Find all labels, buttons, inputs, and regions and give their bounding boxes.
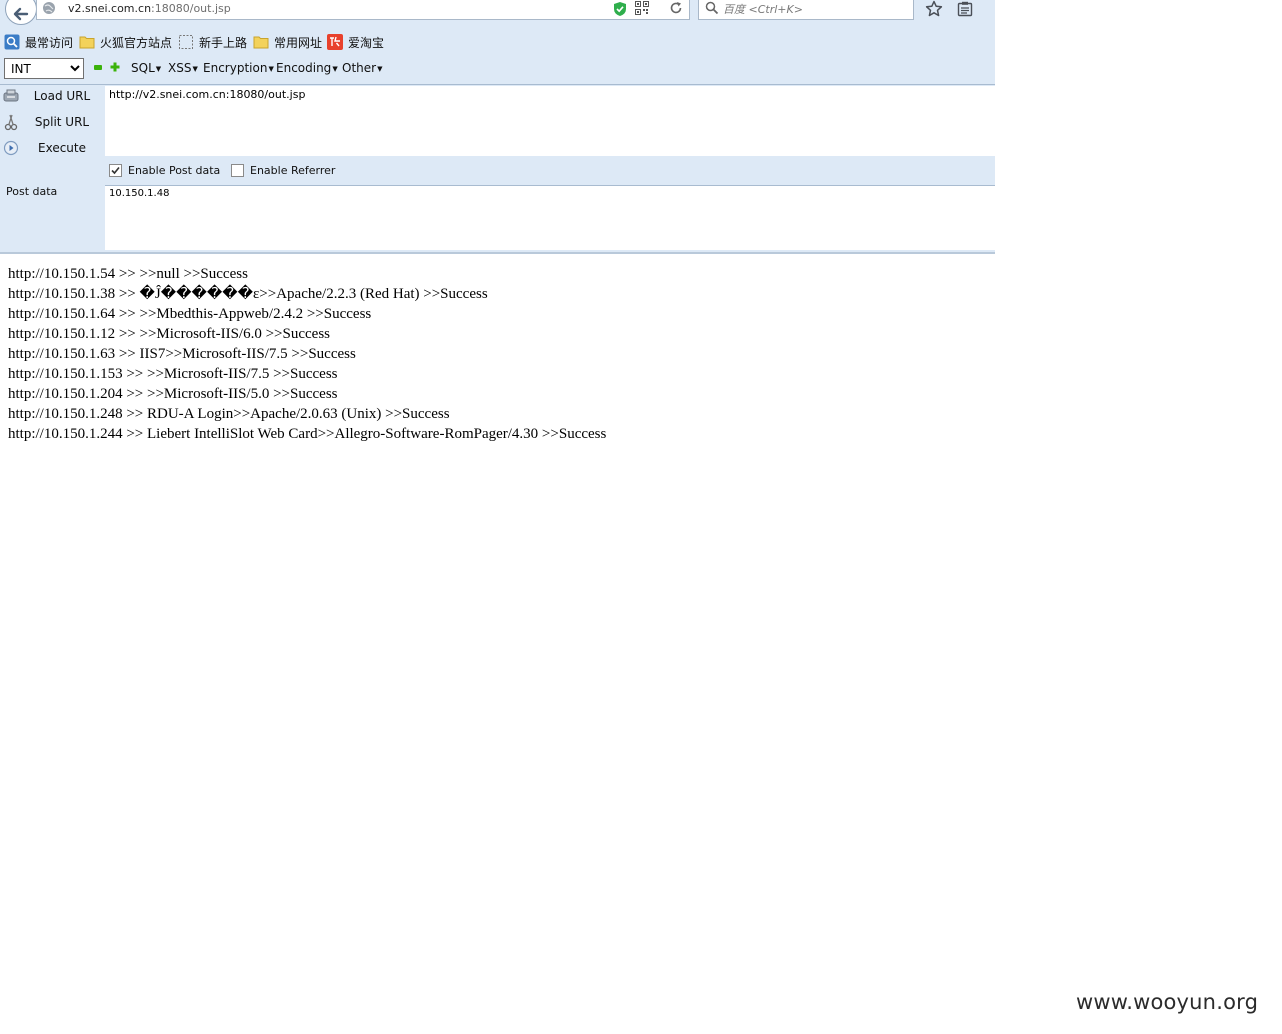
result-line: http://10.150.1.63 >> IIS7>>Microsoft-II… xyxy=(8,346,356,362)
dropdown-arrow-icon: ▼ xyxy=(155,65,162,73)
result-line: http://10.150.1.64 >> >>Mbedthis-Appweb/… xyxy=(8,306,372,322)
split-url-label: Split URL xyxy=(34,115,90,129)
bookmark-taobao[interactable]: 爱淘宝 xyxy=(327,33,384,51)
post-data-textarea[interactable]: 10.150.1.48 xyxy=(105,186,995,250)
result-line: http://10.150.1.54 >> >>null >>Success xyxy=(8,266,248,282)
checkbox-box[interactable] xyxy=(231,164,244,177)
sql-menu[interactable]: SQL▼ xyxy=(131,61,161,75)
result-line: http://10.150.1.204 >> >>Microsoft-IIS/5… xyxy=(8,386,338,402)
type-select[interactable]: INT xyxy=(4,58,84,79)
minus-icon[interactable] xyxy=(94,65,102,70)
bookmark-label: 新手上路 xyxy=(199,35,248,50)
load-url-button[interactable]: Load URL xyxy=(2,85,100,107)
taobao-icon xyxy=(327,34,343,50)
dashed-square-icon xyxy=(179,35,193,49)
enable-post-label: Enable Post data xyxy=(128,164,221,177)
result-line: http://10.150.1.38 >> �Ĵ������ε>>Apache/… xyxy=(8,286,488,302)
bookmark-common-sites[interactable]: 常用网址 xyxy=(253,33,322,51)
menu-label: Encoding xyxy=(276,61,332,75)
folder-icon xyxy=(253,36,269,49)
dropdown-arrow-icon: ▼ xyxy=(377,65,383,73)
menu-label: Other xyxy=(342,61,377,75)
address-text[interactable]: v2.snei.com.cn:18080/out.jsp xyxy=(68,2,231,15)
hackbar-toolbar: INT SQL▼ XSS▼ Encryption▼ Encoding▼ Othe… xyxy=(0,57,995,81)
xss-menu[interactable]: XSS▼ xyxy=(168,61,198,75)
bookmark-label: 爱淘宝 xyxy=(348,35,385,50)
search-input[interactable] xyxy=(723,1,909,17)
back-arrow-icon xyxy=(13,7,29,21)
url-host: v2.snei.com.cn xyxy=(68,2,152,15)
options-row: Enable Post data Enable Referrer xyxy=(105,160,995,182)
search-bar[interactable] xyxy=(698,0,914,20)
navigation-bar: v2.snei.com.cn:18080/out.jsp xyxy=(0,0,995,25)
encoding-menu[interactable]: Encoding▼ xyxy=(276,61,338,75)
menu-label: SQL xyxy=(131,61,155,75)
other-menu[interactable]: Other▼ xyxy=(342,61,382,75)
scissors-icon xyxy=(4,114,18,131)
divider xyxy=(0,252,995,254)
plus-icon[interactable] xyxy=(110,62,120,72)
enable-post-checkbox[interactable]: Enable Post data xyxy=(109,164,220,177)
bookmark-label: 火狐官方站点 xyxy=(100,35,173,50)
magnifier-icon xyxy=(4,34,20,50)
bookmark-most-visited[interactable]: 最常访问 xyxy=(4,33,73,51)
bookmark-getting-started[interactable]: 新手上路 xyxy=(178,33,247,51)
checkmark-icon xyxy=(111,166,120,175)
reload-icon[interactable] xyxy=(669,1,683,15)
dropdown-arrow-icon: ▼ xyxy=(192,65,198,73)
play-icon xyxy=(3,140,19,156)
result-line: http://10.150.1.12 >> >>Microsoft-IIS/6.… xyxy=(8,326,330,342)
clipboard-icon[interactable] xyxy=(957,1,973,17)
bookmark-label: 常用网址 xyxy=(274,35,323,50)
search-icon xyxy=(705,1,719,15)
execute-label: Execute xyxy=(38,141,86,155)
checkbox-box[interactable] xyxy=(109,164,122,177)
url-path: :18080/out.jsp xyxy=(151,2,231,15)
back-button[interactable] xyxy=(5,0,37,25)
menu-label: XSS xyxy=(168,61,192,75)
bookmark-firefox-site[interactable]: 火狐官方站点 xyxy=(79,33,172,51)
load-url-icon xyxy=(3,89,19,102)
encryption-menu[interactable]: Encryption▼ xyxy=(203,61,274,75)
menu-label: Encryption xyxy=(203,61,268,75)
url-textarea[interactable]: http://v2.snei.com.cn:18080/out.jsp xyxy=(105,86,995,156)
shield-icon[interactable] xyxy=(613,1,627,17)
enable-referrer-checkbox[interactable]: Enable Referrer xyxy=(231,164,335,177)
dropdown-arrow-icon: ▼ xyxy=(332,65,338,73)
result-line: http://10.150.1.153 >> >>Microsoft-IIS/7… xyxy=(8,366,338,382)
address-bar[interactable]: v2.snei.com.cn:18080/out.jsp xyxy=(36,0,690,20)
watermark: www.wooyun.org xyxy=(1076,990,1259,1014)
qr-code-icon[interactable] xyxy=(635,1,649,15)
bookmarks-toolbar: 最常访问 火狐官方站点 新手上路 常用网址 爱淘宝 xyxy=(0,31,995,53)
dropdown-arrow-icon: ▼ xyxy=(268,65,274,73)
divider xyxy=(0,84,995,85)
split-url-button[interactable]: Split URL xyxy=(2,111,100,133)
results-list: http://10.150.1.54 >> >>null >>Success h… xyxy=(8,264,606,444)
result-line: http://10.150.1.244 >> Liebert IntelliSl… xyxy=(8,426,607,442)
bookmark-label: 最常访问 xyxy=(25,35,74,50)
browser-chrome: v2.snei.com.cn:18080/out.jsp 百度 <Ctrl+K>… xyxy=(0,0,995,254)
post-data-label: Post data xyxy=(6,185,58,198)
load-url-label: Load URL xyxy=(33,89,91,103)
enable-referrer-label: Enable Referrer xyxy=(250,164,336,177)
execute-button[interactable]: Execute xyxy=(2,137,100,159)
globe-icon xyxy=(43,2,55,14)
bookmark-star-icon[interactable] xyxy=(925,0,943,18)
result-line: http://10.150.1.248 >> RDU-A Login>>Apac… xyxy=(8,406,450,422)
folder-icon xyxy=(79,36,95,49)
